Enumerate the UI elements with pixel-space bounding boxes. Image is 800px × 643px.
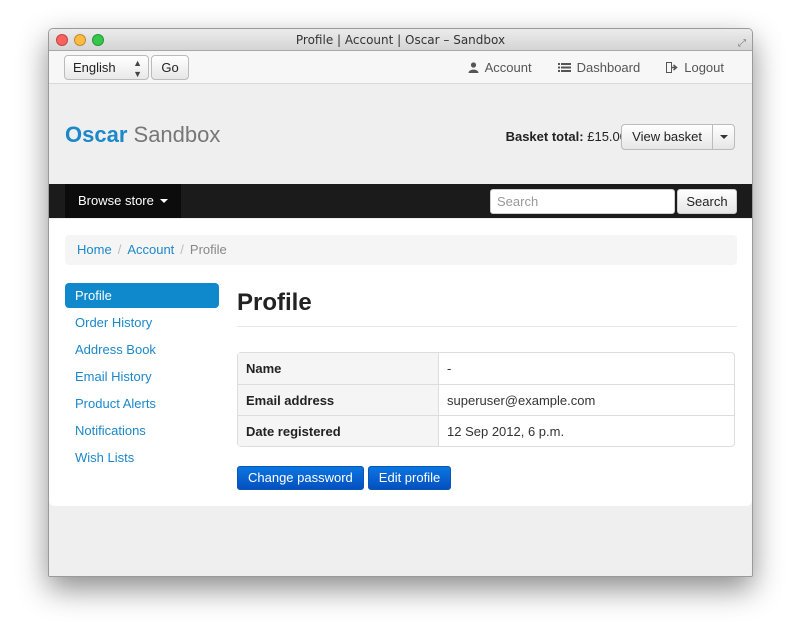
row-key: Email address bbox=[238, 384, 439, 415]
profile-actions: Change password Edit profile bbox=[237, 466, 737, 490]
row-value: superuser@example.com bbox=[439, 384, 734, 415]
sidebar-item-wish-lists[interactable]: Wish Lists bbox=[65, 445, 219, 472]
row-key: Date registered bbox=[238, 415, 439, 446]
caret-down-icon bbox=[159, 199, 168, 203]
go-button[interactable]: Go bbox=[151, 55, 189, 80]
change-password-button[interactable]: Change password bbox=[237, 466, 364, 490]
profile-table: Name - Email address superuser@example.c… bbox=[237, 352, 735, 447]
title-bar: Profile | Account | Oscar – Sandbox ⤢ bbox=[49, 29, 752, 51]
page-title: Profile bbox=[237, 283, 737, 327]
sidebar-item-address-book[interactable]: Address Book bbox=[65, 337, 219, 364]
row-key: Name bbox=[238, 353, 439, 384]
close-window-icon[interactable] bbox=[56, 34, 68, 46]
basket-dropdown-toggle[interactable] bbox=[713, 124, 735, 150]
site-header: Oscar Sandbox Basket total: £15.00 View … bbox=[49, 84, 752, 184]
edit-profile-button[interactable]: Edit profile bbox=[367, 466, 452, 490]
breadcrumb-current: Profile bbox=[189, 242, 227, 257]
search-button[interactable]: Search bbox=[677, 189, 737, 214]
basket-total-label: Basket total: bbox=[505, 129, 584, 144]
sidebar-item-product-alerts[interactable]: Product Alerts bbox=[65, 391, 219, 418]
main-navbar: Browse store Search bbox=[49, 184, 752, 218]
browse-store-menu[interactable]: Browse store bbox=[65, 184, 181, 218]
search-input[interactable] bbox=[490, 189, 675, 214]
breadcrumb-account[interactable]: Account bbox=[127, 242, 174, 257]
breadcrumb-home[interactable]: Home bbox=[77, 242, 112, 257]
select-arrows-icon: ▲ ▼ bbox=[133, 58, 142, 79]
profile-main: Profile Name - Email address superuser@e… bbox=[237, 283, 737, 490]
caret-down-icon bbox=[719, 135, 728, 139]
row-value: 12 Sep 2012, 6 p.m. bbox=[439, 415, 734, 446]
dashboard-link[interactable]: Dashboard bbox=[557, 60, 641, 75]
browser-window: Profile | Account | Oscar – Sandbox ⤢ En… bbox=[48, 28, 753, 577]
site-logo[interactable]: Oscar Sandbox bbox=[65, 122, 220, 148]
brand-secondary: Sandbox bbox=[133, 122, 221, 147]
sidebar-item-email-history[interactable]: Email History bbox=[65, 364, 219, 391]
logout-icon bbox=[666, 62, 678, 73]
page-content: Home / Account / Profile Profile Order Histo… bbox=[49, 219, 752, 506]
user-icon bbox=[468, 62, 479, 73]
account-link[interactable]: Account bbox=[468, 60, 532, 75]
basket-total: Basket total: £15.00 bbox=[506, 129, 627, 144]
table-row: Email address superuser@example.com bbox=[238, 384, 734, 415]
list-icon bbox=[557, 62, 571, 73]
dashboard-link-label: Dashboard bbox=[576, 60, 641, 75]
basket-button-group: View basket bbox=[621, 124, 735, 150]
minimize-window-icon[interactable] bbox=[74, 34, 86, 46]
breadcrumb: Home / Account / Profile bbox=[65, 235, 737, 265]
page-footer bbox=[49, 506, 752, 576]
logout-link-label: Logout bbox=[684, 60, 724, 75]
account-link-label: Account bbox=[484, 60, 532, 75]
top-bar: English ▲ ▼ Go Account Dashboard Logout bbox=[49, 51, 752, 84]
row-value: - bbox=[447, 361, 452, 376]
brand-primary: Oscar bbox=[65, 122, 128, 147]
breadcrumb-separator: / bbox=[117, 242, 122, 257]
top-nav: Account Dashboard Logout bbox=[468, 51, 724, 84]
sidebar-item-notifications[interactable]: Notifications bbox=[65, 418, 219, 445]
language-select-value: English bbox=[73, 60, 116, 75]
logout-link[interactable]: Logout bbox=[666, 60, 724, 75]
browse-store-label: Browse store bbox=[78, 193, 154, 208]
account-sidebar: Profile Order History Address Book Email… bbox=[65, 283, 219, 472]
view-basket-button[interactable]: View basket bbox=[621, 124, 713, 150]
table-row: Date registered 12 Sep 2012, 6 p.m. bbox=[238, 415, 734, 446]
sidebar-item-order-history[interactable]: Order History bbox=[65, 310, 219, 337]
window-title: Profile | Account | Oscar – Sandbox bbox=[295, 33, 506, 47]
language-select[interactable]: English ▲ ▼ bbox=[64, 55, 149, 80]
breadcrumb-separator: / bbox=[180, 242, 184, 257]
sidebar-item-profile[interactable]: Profile bbox=[65, 283, 219, 308]
window-controls bbox=[56, 34, 104, 46]
zoom-window-icon[interactable] bbox=[92, 34, 104, 46]
table-row: Name - bbox=[238, 353, 734, 384]
